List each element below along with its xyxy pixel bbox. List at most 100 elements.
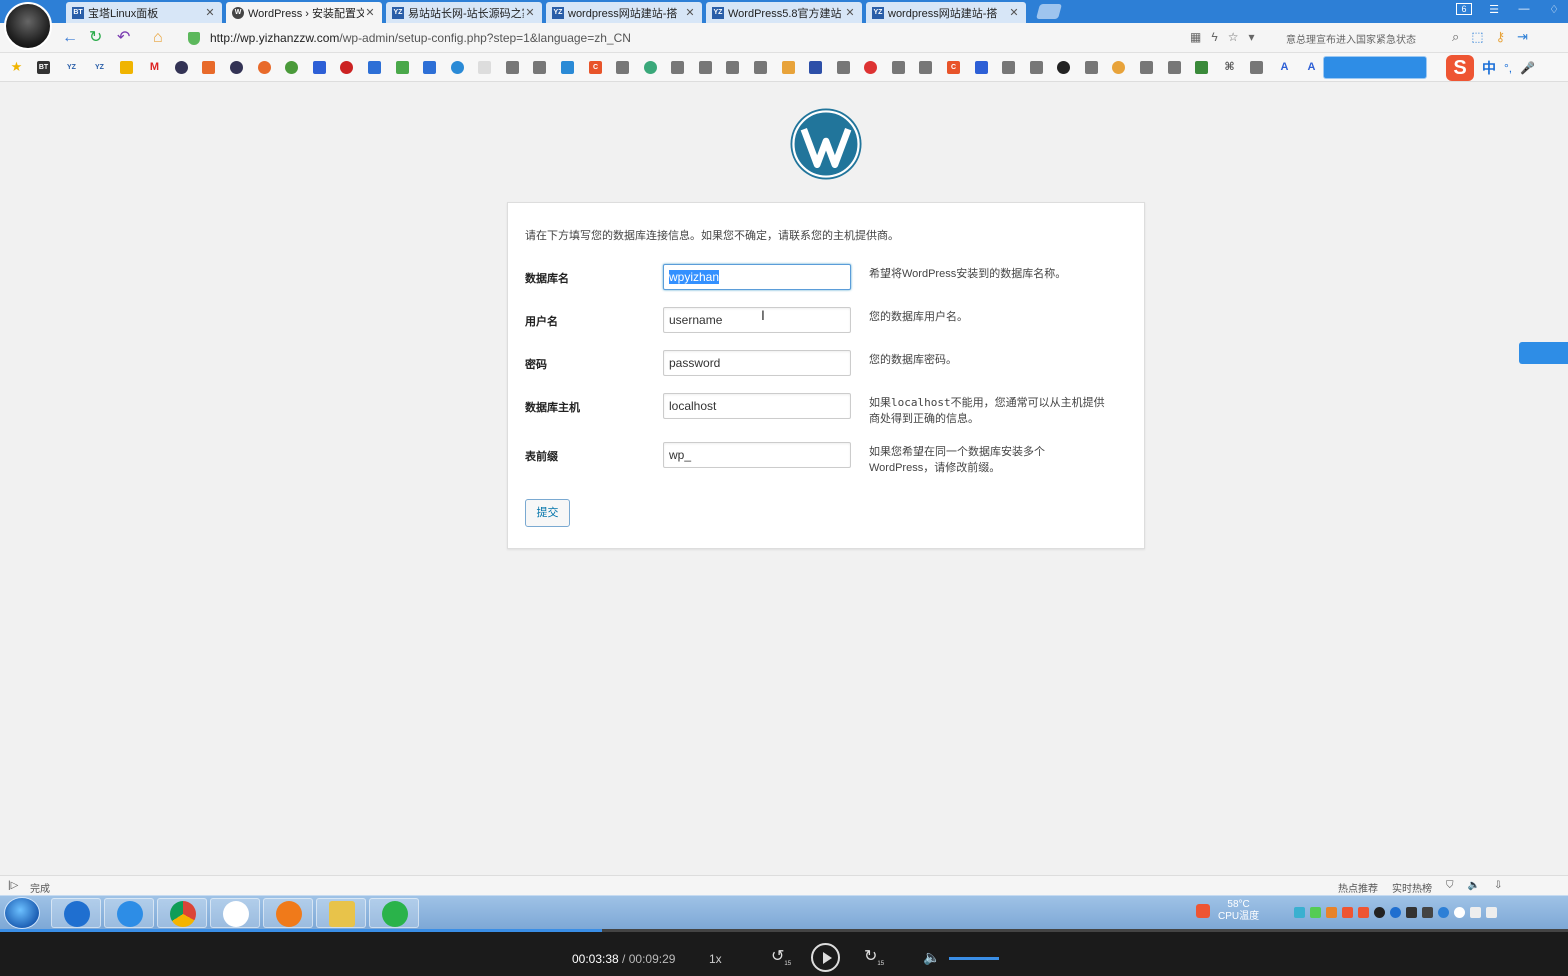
page-icon[interactable]: [616, 61, 629, 74]
cpu-temp[interactable]: 58°C CPU温度: [1218, 899, 1259, 923]
taskbar-player[interactable]: [263, 898, 313, 928]
forward-15-icon[interactable]: ↻15: [864, 946, 884, 967]
realtime-hot-link[interactable]: 实时热榜: [1392, 880, 1432, 895]
key-icon[interactable]: ⚷: [1496, 29, 1506, 45]
refresh-icon[interactable]: ↻: [89, 29, 102, 47]
bookmark-yz-2[interactable]: YZ: [93, 61, 106, 74]
bookmark-icon[interactable]: [285, 61, 298, 74]
tab-wordpress-build-2[interactable]: YZ wordpress网站建站-搭 ✕: [866, 2, 1026, 23]
bookmark-icon[interactable]: [175, 61, 188, 74]
page-icon[interactable]: [533, 61, 546, 74]
taskbar-explorer[interactable]: [316, 898, 366, 928]
bookmark-bt[interactable]: BT: [37, 61, 50, 74]
bookmark-m-icon[interactable]: M: [148, 61, 161, 74]
tray-icon[interactable]: [1454, 907, 1465, 918]
ime-mode[interactable]: 中: [1482, 58, 1496, 78]
baidu-float-button[interactable]: [1519, 342, 1568, 364]
bookmark-yz-1[interactable]: YZ: [65, 61, 78, 74]
bookmark-icon[interactable]: [258, 61, 271, 74]
bookmark-icon[interactable]: [1195, 61, 1208, 74]
page-icon[interactable]: [1085, 61, 1098, 74]
microphone-icon[interactable]: 🎤: [1520, 61, 1535, 75]
start-button[interactable]: [4, 897, 40, 929]
volume-icon[interactable]: 🔈: [923, 949, 940, 966]
bookmark-icon[interactable]: [644, 61, 657, 74]
avatar[interactable]: [4, 2, 52, 50]
bookmark-icon[interactable]: [368, 61, 381, 74]
tray-icon[interactable]: [1310, 907, 1321, 918]
page-icon[interactable]: [671, 61, 684, 74]
close-icon[interactable]: ✕: [364, 6, 376, 19]
punctuation-icon[interactable]: °,: [1504, 61, 1512, 75]
login-icon[interactable]: ⇥: [1517, 29, 1528, 45]
tray-icon[interactable]: [1406, 907, 1417, 918]
menu-icon[interactable]: ☰: [1486, 3, 1502, 16]
lightning-icon[interactable]: ϟ: [1211, 30, 1217, 44]
volume-slider[interactable]: [949, 957, 999, 960]
bookmark-c-icon[interactable]: C: [947, 61, 960, 74]
download-icon[interactable]: ⇩: [1494, 880, 1502, 895]
new-tab-button[interactable]: [1035, 4, 1063, 19]
tab-wordpress-build-1[interactable]: YZ wordpress网站建站-搭 ✕: [546, 2, 702, 23]
taskbar-k-app[interactable]: [51, 898, 101, 928]
tray-icon[interactable]: [1390, 907, 1401, 918]
rewind-15-icon[interactable]: ↺15: [771, 946, 791, 967]
wordpress-logo-icon[interactable]: [789, 107, 863, 181]
close-icon[interactable]: ✕: [204, 6, 216, 19]
bookmark-c-icon[interactable]: C: [589, 61, 602, 74]
home-icon[interactable]: ⌂: [153, 29, 163, 47]
paw-icon[interactable]: [313, 61, 326, 74]
grid-icon[interactable]: ▦: [1190, 30, 1201, 44]
qq-icon[interactable]: [1374, 907, 1385, 918]
bookmark-icon[interactable]: [202, 61, 215, 74]
tray-icon[interactable]: [1342, 907, 1353, 918]
tray-icon[interactable]: [1438, 907, 1449, 918]
page-icon[interactable]: [506, 61, 519, 74]
back-icon[interactable]: ←: [62, 29, 78, 47]
password-input[interactable]: password: [663, 350, 851, 376]
page-icon[interactable]: [1250, 61, 1263, 74]
username-input[interactable]: username: [663, 307, 851, 333]
taskbar-chrome[interactable]: [157, 898, 207, 928]
bookmark-icon[interactable]: [561, 61, 574, 74]
bookmark-icon[interactable]: [478, 61, 491, 74]
progress-bar[interactable]: [0, 929, 1568, 932]
bookmark-icon[interactable]: [230, 61, 243, 74]
news-ticker[interactable]: 意总理宣布进入国家紧急状态: [1286, 31, 1416, 46]
bookmark-icon[interactable]: [864, 61, 877, 74]
dbname-input[interactable]: wpyizhan: [663, 264, 851, 290]
shield-icon[interactable]: ⛉: [1446, 880, 1454, 895]
page-icon[interactable]: [1140, 61, 1153, 74]
chevron-down-icon[interactable]: ▾: [1248, 30, 1254, 44]
page-icon[interactable]: [919, 61, 932, 74]
search-icon[interactable]: ⌕: [1452, 29, 1459, 45]
page-icon[interactable]: [1030, 61, 1043, 74]
volume-icon[interactable]: [1486, 907, 1497, 918]
url-field[interactable]: http://wp.yizhanzzw.com/wp-admin/setup-c…: [188, 28, 1278, 48]
bookmark-icon[interactable]: [451, 61, 464, 74]
paw-icon[interactable]: [975, 61, 988, 74]
baidu-netdisk-button[interactable]: [1323, 56, 1427, 79]
tray-icon[interactable]: [1294, 907, 1305, 918]
prefix-input[interactable]: wp_: [663, 442, 851, 468]
close-icon[interactable]: ✕: [1008, 6, 1020, 19]
speed-button[interactable]: 1x: [709, 952, 722, 966]
tray-icon[interactable]: [1422, 907, 1433, 918]
page-icon[interactable]: [837, 61, 850, 74]
tray-icon[interactable]: [1326, 907, 1337, 918]
bookmark-icon[interactable]: [423, 61, 436, 74]
bookmark-icon[interactable]: [1112, 61, 1125, 74]
sogou-icon[interactable]: S: [1446, 54, 1474, 81]
play-button[interactable]: [811, 943, 840, 972]
page-icon[interactable]: [726, 61, 739, 74]
hot-recommend-link[interactable]: 热点推荐: [1338, 880, 1378, 895]
submit-button[interactable]: 提交: [525, 499, 570, 527]
favorites-star-icon[interactable]: ★: [10, 60, 23, 74]
taskbar-baidu-netdisk[interactable]: [210, 898, 260, 928]
page-icon[interactable]: [754, 61, 767, 74]
bookmark-icon[interactable]: [809, 61, 822, 74]
bookmark-icon[interactable]: [782, 61, 795, 74]
minimize-icon[interactable]: —: [1516, 3, 1532, 16]
sogou-tray-icon[interactable]: [1196, 904, 1210, 918]
shirt-icon[interactable]: ♢: [1546, 3, 1562, 16]
